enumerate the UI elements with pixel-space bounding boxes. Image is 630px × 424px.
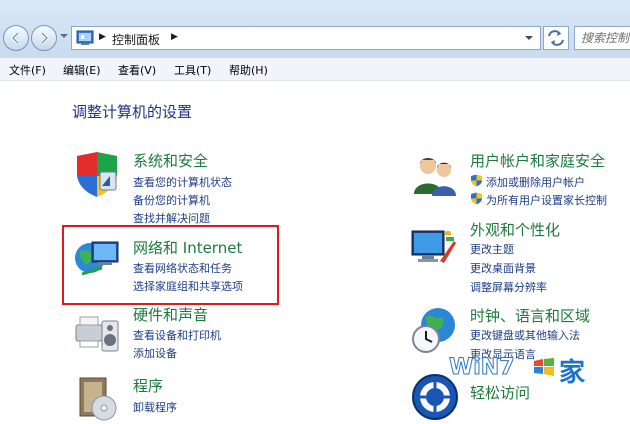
- link-change-desktop-background[interactable]: 更改桌面背景: [470, 260, 536, 276]
- control-panel-icon: [76, 30, 94, 45]
- menu-view[interactable]: 查看(V): [118, 62, 156, 78]
- link-troubleshoot[interactable]: 查找并解决问题: [133, 210, 210, 226]
- menu-tools[interactable]: 工具(T): [174, 62, 211, 78]
- appearance-icon[interactable]: [410, 223, 460, 273]
- programs-icon[interactable]: [72, 374, 122, 424]
- category-user-accounts[interactable]: 用户帐户和家庭安全: [470, 150, 605, 171]
- link-view-computer-status[interactable]: 查看您的计算机状态: [133, 174, 232, 190]
- main-content: 调整计算机的设置 系统和安全 查看您的计算机状态 备份您的计算机 查找并解决问题…: [0, 81, 630, 424]
- menu-file[interactable]: 文件(F): [9, 62, 46, 78]
- recent-pages-dropdown-icon[interactable]: [59, 31, 69, 41]
- user-accounts-icon[interactable]: [410, 150, 460, 200]
- watermark-logo: WiN7 家: [447, 352, 597, 392]
- breadcrumb-separator-icon[interactable]: ▶: [171, 32, 178, 42]
- forward-button[interactable]: [31, 25, 57, 51]
- refresh-button[interactable]: [543, 26, 569, 50]
- hardware-sound-icon[interactable]: [72, 307, 122, 357]
- menu-help[interactable]: 帮助(H): [229, 62, 268, 78]
- search-input[interactable]: [581, 28, 630, 48]
- link-devices-printers[interactable]: 查看设备和打印机: [133, 327, 221, 343]
- breadcrumb-separator-icon[interactable]: ▶: [99, 32, 106, 42]
- category-programs[interactable]: 程序: [133, 375, 163, 396]
- uac-shield-icon: [471, 174, 482, 187]
- watermark-char: 家: [559, 358, 586, 388]
- breadcrumb-control-panel[interactable]: 控制面板: [112, 31, 160, 48]
- category-clock-region[interactable]: 时钟、语言和区域: [470, 305, 590, 326]
- address-dropdown-icon[interactable]: [520, 27, 538, 49]
- back-button[interactable]: [3, 25, 29, 51]
- search-box[interactable]: [574, 26, 630, 50]
- category-appearance[interactable]: 外观和个性化: [470, 219, 560, 240]
- link-uninstall-program[interactable]: 卸载程序: [133, 399, 177, 415]
- refresh-icon: [548, 30, 564, 46]
- address-bar[interactable]: ▶ 控制面板 ▶: [71, 26, 541, 50]
- link-add-device[interactable]: 添加设备: [133, 345, 177, 361]
- highlight-box: [62, 225, 279, 305]
- windows-flag-icon: [534, 358, 554, 376]
- category-system-security[interactable]: 系统和安全: [133, 150, 208, 171]
- back-arrow-icon: [10, 31, 20, 45]
- link-change-theme[interactable]: 更改主题: [470, 241, 514, 257]
- link-backup-computer[interactable]: 备份您的计算机: [133, 192, 210, 208]
- category-hardware-sound[interactable]: 硬件和声音: [133, 304, 208, 325]
- clock-region-icon[interactable]: [410, 305, 460, 355]
- uac-shield-icon: [471, 192, 482, 205]
- navigation-bar: ▶ 控制面板 ▶: [0, 0, 630, 58]
- watermark-text: WiN7: [449, 355, 516, 381]
- forward-arrow-icon: [40, 31, 50, 45]
- page-title: 调整计算机的设置: [72, 103, 193, 121]
- system-security-icon[interactable]: [72, 150, 122, 200]
- link-add-remove-users[interactable]: 添加或删除用户帐户: [486, 174, 585, 190]
- link-parental-controls[interactable]: 为所有用户设置家长控制: [486, 192, 607, 208]
- menu-edit[interactable]: 编辑(E): [63, 62, 101, 78]
- link-change-input-method[interactable]: 更改键盘或其他输入法: [470, 327, 580, 343]
- menu-bar: 文件(F) 编辑(E) 查看(V) 工具(T) 帮助(H): [0, 58, 630, 81]
- link-adjust-resolution[interactable]: 调整屏幕分辨率: [470, 279, 547, 295]
